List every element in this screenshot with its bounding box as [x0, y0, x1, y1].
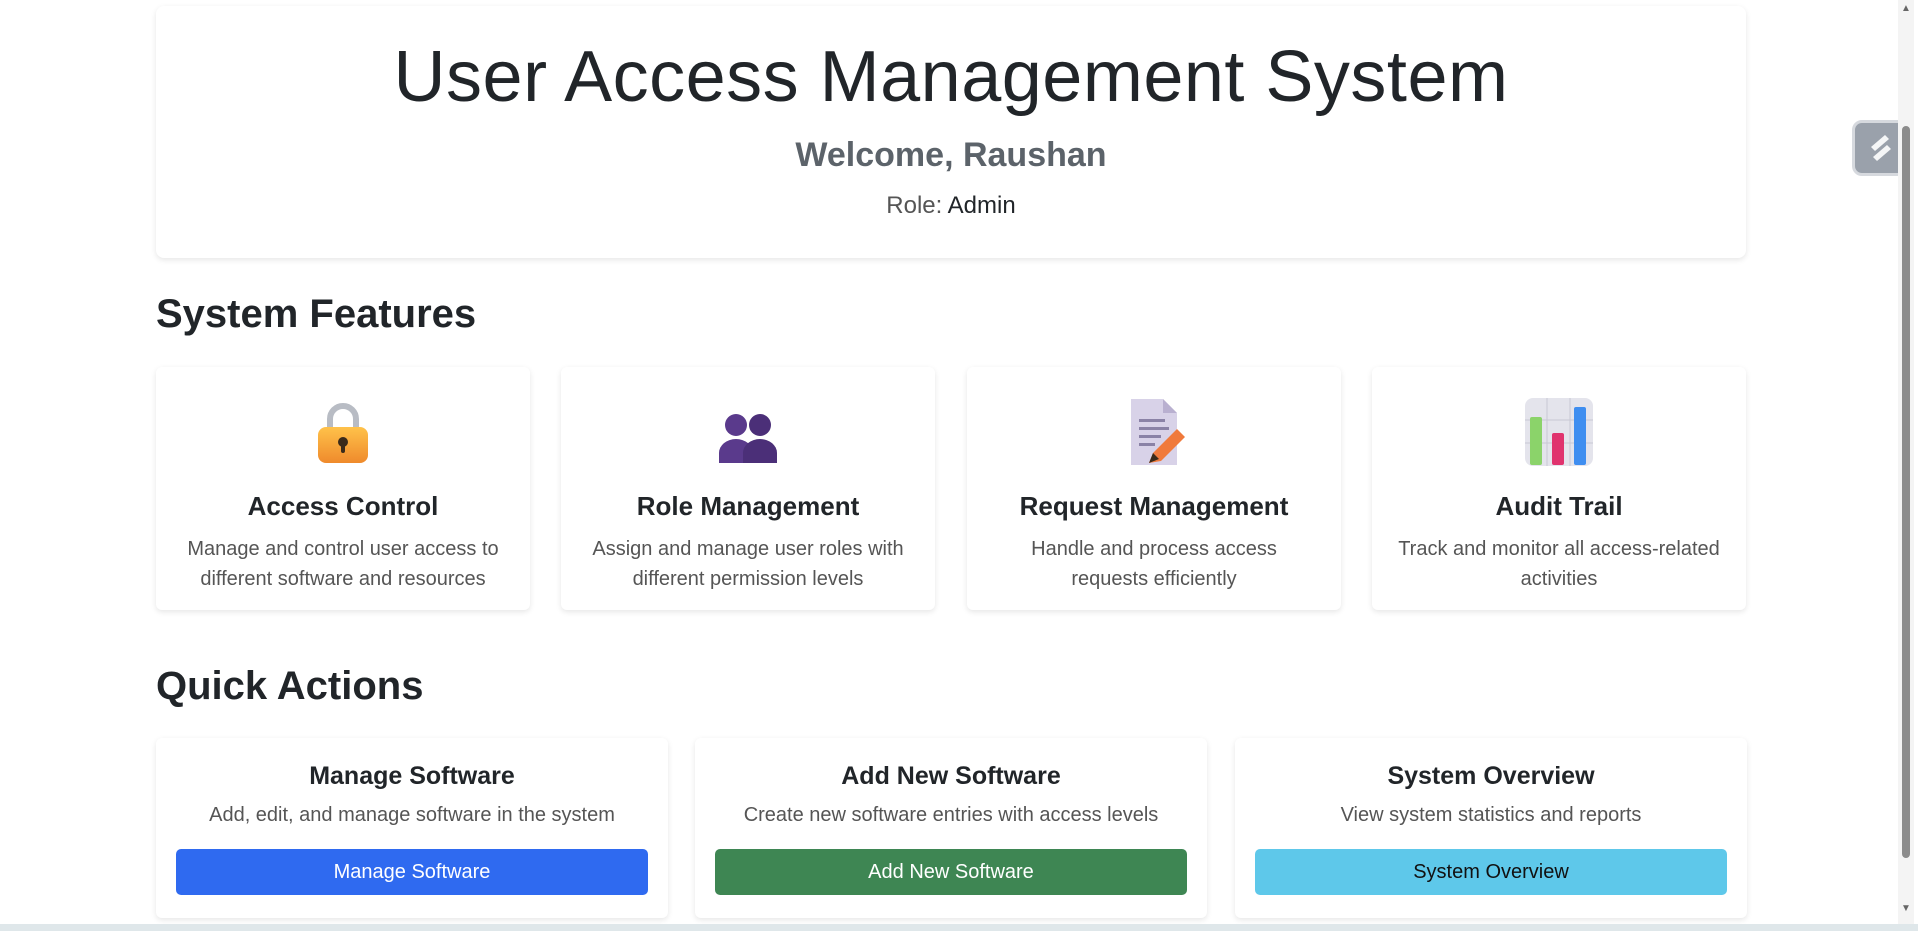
- role-value: Admin: [947, 192, 1016, 219]
- user-role: Role: Admin: [156, 192, 1746, 220]
- quick-action-card-manage-software: Manage Software Add, edit, and manage so…: [156, 738, 668, 918]
- feature-card-role-management: Role Management Assign and manage user r…: [561, 367, 935, 610]
- welcome-message: Welcome, Raushan: [795, 136, 1107, 174]
- action-title: Manage Software: [309, 762, 515, 790]
- feature-description: Manage and control user access to differ…: [187, 538, 499, 590]
- feature-title: Role Management: [636, 491, 860, 521]
- vertical-scrollbar[interactable]: ▲ ▼: [1898, 0, 1914, 931]
- feature-description: Track and monitor all access-related act…: [1398, 538, 1720, 590]
- action-title: Add New Software: [841, 762, 1061, 790]
- scroll-thumb[interactable]: [1902, 126, 1910, 858]
- scroll-up-icon[interactable]: ▲: [1901, 4, 1911, 14]
- action-title: System Overview: [1387, 762, 1595, 790]
- hero-card: User Access Management System Welcome, R…: [156, 6, 1746, 258]
- action-description: Add, edit, and manage software in the sy…: [209, 804, 615, 826]
- document-edit-icon: [1119, 397, 1189, 467]
- quick-actions-heading: Quick Actions: [156, 664, 424, 708]
- feature-title: Access Control: [247, 491, 439, 521]
- feature-description: Assign and manage user roles with differ…: [592, 538, 904, 590]
- scroll-down-icon[interactable]: ▼: [1901, 904, 1911, 914]
- role-label: Role:: [886, 192, 943, 219]
- quick-action-card-system-overview: System Overview View system statistics a…: [1235, 738, 1747, 918]
- feature-title: Audit Trail: [1495, 491, 1623, 521]
- users-icon: [713, 397, 783, 467]
- bar-chart-icon: [1524, 397, 1594, 467]
- sparkle-icon: [1865, 131, 1895, 166]
- window-bottom-edge: [0, 924, 1918, 931]
- system-features-heading: System Features: [156, 292, 477, 336]
- feature-card-access-control: Access Control Manage and control user a…: [156, 367, 530, 610]
- feature-card-request-management: Request Management Handle and process ac…: [967, 367, 1341, 610]
- action-description: View system statistics and reports: [1340, 804, 1642, 826]
- manage-software-button[interactable]: Manage Software: [176, 849, 648, 895]
- system-overview-button[interactable]: System Overview: [1255, 849, 1727, 895]
- feature-title: Request Management: [1019, 491, 1289, 521]
- add-new-software-button[interactable]: Add New Software: [715, 849, 1187, 895]
- action-description: Create new software entries with access …: [743, 804, 1159, 826]
- quick-action-card-add-new-software: Add New Software Create new software ent…: [695, 738, 1207, 918]
- feature-card-audit-trail: Audit Trail Track and monitor all access…: [1372, 367, 1746, 610]
- feature-description: Handle and process access requests effic…: [1031, 538, 1277, 590]
- page-title: User Access Management System: [393, 37, 1509, 117]
- lock-icon: [308, 397, 378, 467]
